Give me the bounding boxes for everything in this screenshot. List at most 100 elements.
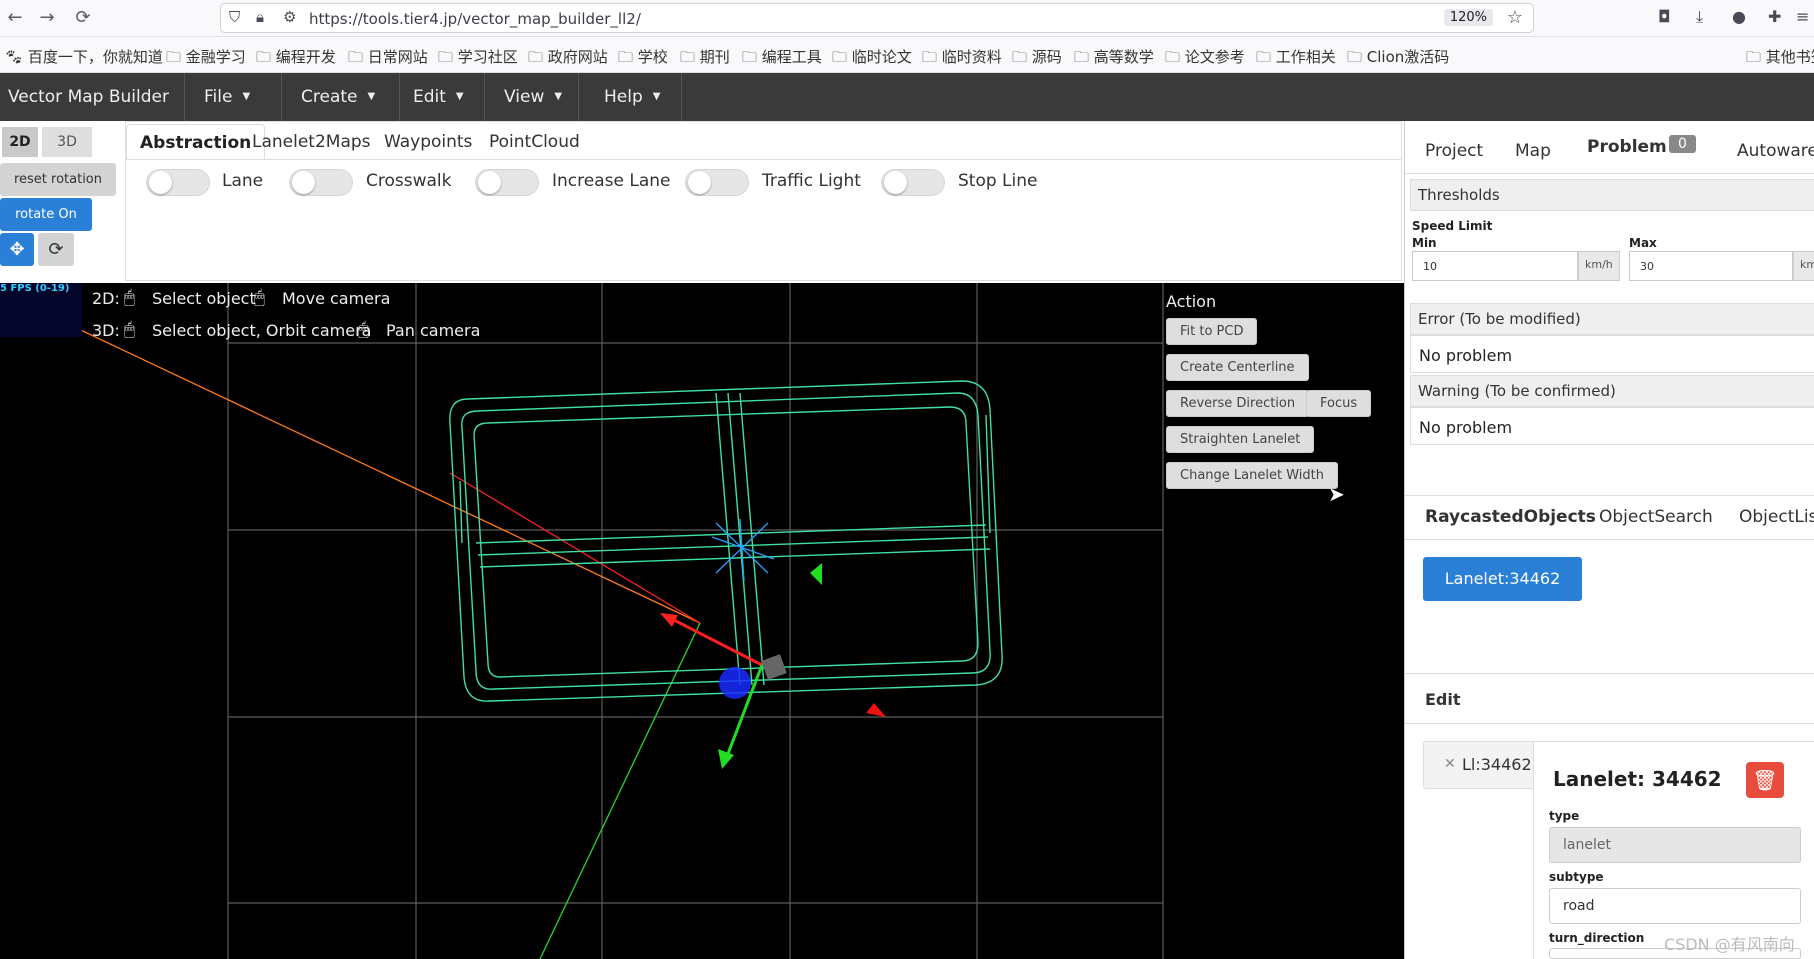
toggle-traffic-light[interactable] [685,169,749,196]
reload-icon[interactable]: ⟳ [70,6,96,30]
bookmark-folder[interactable]: 🗀 临时论文 [832,46,912,72]
warning-header: Warning (To be confirmed) [1410,375,1814,407]
menu-view[interactable]: View ▼ [496,73,579,121]
bookmark-folder[interactable]: 🗀 编程工具 [742,46,822,72]
reverse-direction-button[interactable]: Reverse Direction [1166,390,1310,417]
watermark: CSDN @有风南向 [1664,935,1795,954]
tab-raycasted-objects[interactable]: RaycastedObjects [1425,507,1596,527]
tab-divider [1405,539,1814,540]
forward-icon[interactable]: → [34,6,60,30]
map-viewport[interactable]: 5 FPS (0-19) 2D: 🖱︎ Select object 🖱︎ Mov… [0,283,1404,959]
focus-button[interactable]: Focus [1306,390,1372,417]
change-lanelet-width-button[interactable]: Change Lanelet Width [1166,462,1338,489]
brand-menu[interactable]: Vector Map Builder▼ [0,73,185,150]
bookmark-folder[interactable]: 🗀 高等数学 [1074,46,1154,72]
edit-chip[interactable]: ✕ Ll:34462 [1423,741,1538,789]
bookmark-folder[interactable]: 🗀 金融学习 [166,46,246,72]
bookmark-folder-other[interactable]: 🗀 其他书签 [1746,46,1814,72]
extensions-icon[interactable]: ✚ [1768,7,1781,26]
caret-down-icon: ▼ [652,91,661,102]
reset-rotation-button[interactable]: reset rotation [0,163,116,196]
speed-max-input[interactable]: 30 [1629,251,1793,281]
menu-edit[interactable]: Edit ▼ [405,73,485,121]
bookmark-folder[interactable]: 🗀 临时资料 [922,46,1002,72]
menu-file[interactable]: File ▼ [196,73,282,121]
bookmark-folder[interactable]: 🗀 Clion激活码 [1347,46,1449,72]
mode-2d-button[interactable]: 2D [2,127,38,157]
caret-down-icon: ▼ [367,91,376,102]
gizmo-y-arrowhead[interactable] [718,749,734,769]
layer-tabs-panel: Abstraction Lanelet2Maps Waypoints Point… [125,121,1402,281]
thresholds-header: Thresholds [1410,179,1814,211]
hint-2d-select: Select object [152,289,256,308]
create-centerline-button[interactable]: Create Centerline [1166,354,1309,381]
tab-project[interactable]: Project [1425,141,1483,161]
gizmo-marker-green [810,563,822,585]
tab-autoware[interactable]: Autoware [1737,141,1814,161]
permissions-icon[interactable]: ⚙︎ [283,8,296,26]
gizmo-x-arrowhead[interactable] [660,613,678,627]
tab-map[interactable]: Map [1515,141,1551,161]
caret-down-icon: ▼ [554,91,563,102]
tab-waypoints[interactable]: Waypoints [371,124,485,160]
hint-3d-prefix: 3D: [92,321,120,340]
pocket-icon[interactable]: ◘ [1658,7,1671,26]
tab-lanelet2maps[interactable]: Lanelet2Maps [239,124,384,160]
mouse-left-icon: 🖱︎ [124,319,135,340]
map-canvas[interactable] [0,283,1404,959]
speed-min-input[interactable]: 10 [1412,251,1578,281]
tab-object-search[interactable]: ObjectSearch [1599,507,1713,527]
toggle-increase-lane[interactable] [475,169,539,196]
tab-problem[interactable]: Problem [1587,137,1667,157]
move-tool-icon[interactable]: ✥ [0,233,34,266]
menu-help[interactable]: Help ▼ [596,73,682,121]
tab-object-list[interactable]: ObjectList [1739,507,1814,527]
section-divider [1405,673,1814,674]
zoom-level[interactable]: 120% [1443,9,1493,26]
menu-create[interactable]: Create ▼ [293,73,400,121]
toggle-stop-line[interactable] [881,169,945,196]
back-icon[interactable]: ← [2,6,28,30]
toggle-lane[interactable] [146,169,210,196]
bookmark-folder[interactable]: 🗀 学习社区 [438,46,518,72]
straighten-lanelet-button[interactable]: Straighten Lanelet [1166,426,1315,453]
min-label: Min [1412,236,1437,250]
bookmark-folder[interactable]: 🗀 工作相关 [1256,46,1336,72]
browser-toolbar: ← → ⟳ ⛉ 🔒︎ ⚙︎ https://tools.tier4.jp/vec… [0,0,1814,37]
gizmo-z-handle[interactable] [719,667,751,699]
bookmark-folder[interactable]: 🗀 论文参考 [1165,46,1245,72]
bookmarks-bar: 🐾︎ 百度一下，你就知道 🗀 金融学习 🗀 编程开发 🗀 日常网站 🗀 学习社区… [0,37,1814,73]
bookmark-folder[interactable]: 🗀 期刊 [680,46,730,72]
tab-divider [1405,173,1814,174]
bookmark-folder[interactable]: 🗀 学校 [618,46,668,72]
tab-pointcloud[interactable]: PointCloud [476,124,593,160]
lanelet-object-button[interactable]: Lanelet:34462 [1423,557,1582,601]
subtype-field[interactable]: road [1549,888,1801,924]
bookmark-folder[interactable]: 🗀 日常网站 [348,46,428,72]
shield-icon[interactable]: ⛉ [229,8,240,26]
bookmark-item[interactable]: 🐾︎ 百度一下，你就知道 [4,46,163,67]
mouse-cursor-icon: ➤ [1328,482,1345,506]
lock-icon: 🔒︎ [256,8,264,26]
delete-icon[interactable]: 🗑︎ [1746,762,1784,798]
bookmark-folder[interactable]: 🗀 源码 [1012,46,1062,72]
speed-max-unit: km [1793,251,1814,281]
download-icon[interactable]: ⤓ [1696,7,1703,27]
rotate-tool-icon[interactable]: ⟳ [38,233,74,266]
intersection-highlight [711,518,775,582]
account-icon[interactable]: ● [1732,7,1746,26]
mode-3d-button[interactable]: 3D [42,127,92,157]
menu-icon[interactable]: ≡ [1796,7,1809,26]
toggle-label-traffic-light: Traffic Light [762,171,861,191]
mouse-right-icon: 🖱︎ [358,319,369,340]
bookmark-folder[interactable]: 🗀 编程开发 [256,46,336,72]
app-navbar: Vector Map Builder▼ File▼ Create▼ Edit▼ … [0,73,1814,150]
toggle-crosswalk[interactable] [289,169,353,196]
bookmark-star-icon[interactable]: ☆ [1507,7,1523,28]
bookmark-folder[interactable]: 🗀 政府网站 [528,46,608,72]
url-bar[interactable]: ⛉ 🔒︎ ⚙︎ https://tools.tier4.jp/vector_ma… [220,3,1534,33]
fit-to-pcd-button[interactable]: Fit to PCD [1166,318,1258,345]
close-icon[interactable]: ✕ [1444,756,1456,772]
gizmo-center-handle[interactable] [761,654,787,680]
rotate-on-button[interactable]: rotate On [0,198,92,231]
